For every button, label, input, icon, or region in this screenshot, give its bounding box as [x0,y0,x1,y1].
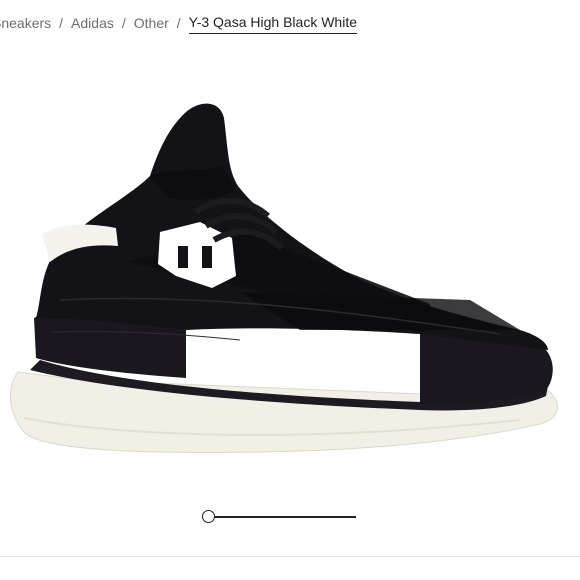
image-gallery-slider[interactable] [202,508,358,526]
breadcrumb-current-product: Y-3 Qasa High Black White [188,12,357,34]
breadcrumb-sneakers[interactable]: Sneakers [0,13,51,33]
sneaker-image: YOHJI YAMAMOTO [9,103,558,453]
midsole-branding-text: YOHJI YAMAMOTO [362,416,443,426]
slider-track[interactable] [210,516,356,518]
product-image[interactable]: YOHJI YAMAMOTO [0,90,580,470]
breadcrumb: Sneakers / Adidas / Other / Y-3 Qasa Hig… [0,12,357,34]
breadcrumb-separator: / [121,15,126,31]
breadcrumb-separator: / [176,15,181,31]
breadcrumb-adidas[interactable]: Adidas [71,13,114,33]
breadcrumb-separator: / [59,15,64,31]
divider [0,556,580,557]
breadcrumb-other[interactable]: Other [134,13,169,33]
slider-thumb[interactable] [202,510,215,523]
